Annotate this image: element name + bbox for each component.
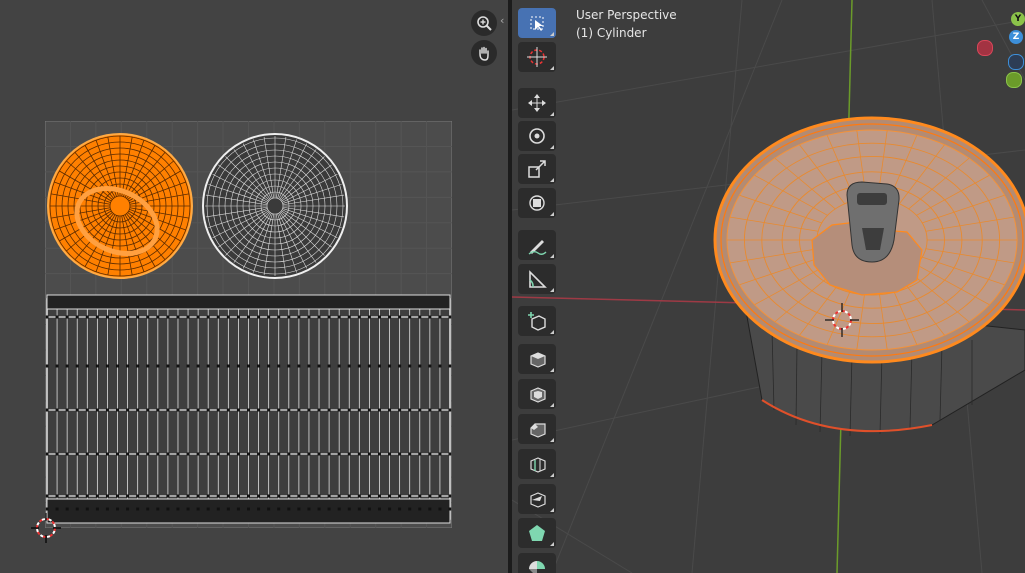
extrude-tool[interactable] — [518, 344, 556, 374]
measure-tool[interactable] — [518, 264, 556, 294]
transform-tool[interactable] — [518, 188, 556, 218]
transform-icon — [529, 195, 545, 211]
uv-island-selected-cap[interactable] — [47, 133, 193, 279]
cylinder-mesh[interactable] — [713, 116, 1025, 437]
magnifier-plus-icon[interactable] — [471, 10, 497, 36]
measure-icon — [529, 270, 547, 288]
select-box-icon — [530, 16, 544, 31]
pull-tab[interactable] — [846, 181, 900, 263]
hand-icon[interactable] — [471, 40, 497, 66]
chevron-left-icon[interactable]: ‹ — [500, 14, 504, 27]
inset-tool[interactable] — [518, 379, 556, 409]
annotate-icon — [528, 240, 547, 255]
rotate-tool[interactable] — [518, 121, 556, 151]
gizmo-z-axis[interactable]: Z — [1009, 30, 1023, 44]
scale-tool[interactable] — [518, 154, 556, 184]
bevel-tool[interactable] — [518, 414, 556, 444]
uv-island-side[interactable] — [45, 294, 452, 524]
object-label: (1) Cylinder — [576, 26, 647, 40]
knife-tool[interactable] — [518, 484, 556, 514]
loop-cut-icon — [530, 457, 546, 473]
bevel-icon — [530, 423, 546, 438]
gizmo-neg-y-axis[interactable] — [1006, 72, 1022, 88]
rotate-icon — [529, 128, 545, 144]
3d-viewport[interactable]: User Perspective (1) Cylinder Y Z — [512, 0, 1025, 573]
poly-build-tool[interactable] — [518, 518, 556, 548]
add-cube-tool[interactable] — [518, 306, 556, 336]
inset-icon — [530, 387, 546, 403]
gizmo-neg-x-axis[interactable] — [977, 40, 993, 56]
cursor-tool[interactable] — [518, 42, 556, 72]
perspective-label: User Perspective — [576, 8, 677, 22]
loop-cut-tool[interactable] — [518, 449, 556, 479]
gizmo-neg-z-axis[interactable] — [1008, 54, 1024, 70]
cursor-icon — [527, 47, 547, 67]
uv-editor[interactable]: ‹ — [0, 0, 508, 573]
spin-icon — [529, 561, 545, 573]
select-box-tool[interactable] — [518, 8, 556, 38]
add-cube-icon — [528, 312, 546, 331]
uv-grid[interactable] — [45, 121, 452, 528]
uv-island-cap[interactable] — [202, 133, 348, 279]
move-tool[interactable] — [518, 88, 556, 118]
gizmo-y-axis[interactable]: Y — [1011, 12, 1025, 26]
poly-build-icon — [529, 525, 545, 541]
scale-icon — [528, 160, 546, 178]
uv-2d-cursor[interactable] — [31, 513, 61, 543]
annotate-tool[interactable] — [518, 230, 556, 260]
move-icon — [528, 94, 546, 112]
extrude-icon — [530, 352, 546, 368]
knife-icon — [530, 492, 546, 508]
spin-tool[interactable] — [518, 553, 556, 573]
viewport-canvas[interactable] — [512, 0, 1025, 573]
